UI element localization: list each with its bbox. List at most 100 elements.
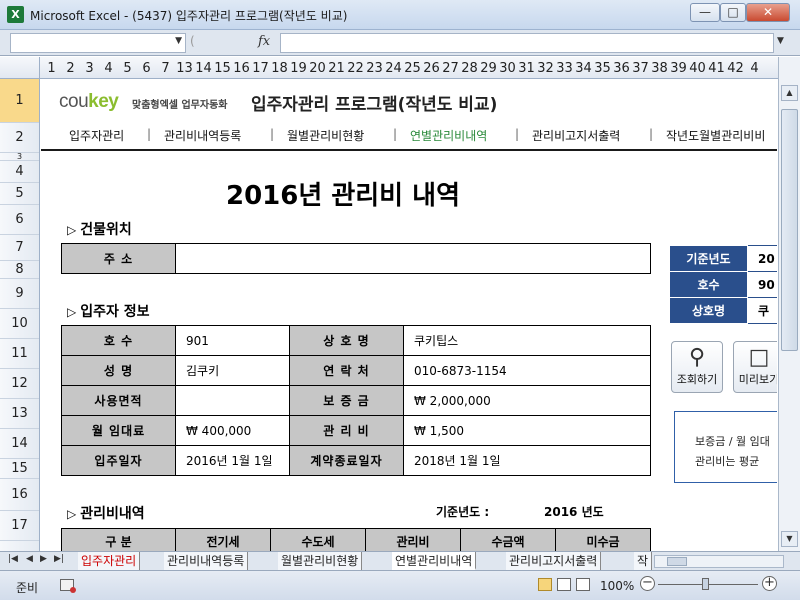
worksheet[interactable]: coukey 맞춤형엑셀 업무자동화 입주자관리 프로그램(작년도 비교) 입주… bbox=[41, 79, 777, 551]
column-header[interactable]: 27 bbox=[441, 61, 460, 76]
zoom-slider-thumb[interactable] bbox=[702, 578, 709, 590]
lookup-year-value[interactable]: 20 bbox=[747, 245, 777, 272]
column-header[interactable]: 15 bbox=[213, 61, 232, 76]
column-header[interactable]: 4 bbox=[745, 61, 764, 76]
column-header[interactable]: 6 bbox=[137, 61, 156, 76]
column-header[interactable]: 1 bbox=[42, 61, 61, 76]
nav-fee-notice-print[interactable]: 관리비고지서출력 bbox=[532, 127, 620, 144]
column-header[interactable]: 20 bbox=[308, 61, 327, 76]
row-header[interactable]: 5 bbox=[0, 183, 39, 205]
column-header[interactable]: 24 bbox=[384, 61, 403, 76]
row-header[interactable]: 13 bbox=[0, 399, 39, 429]
column-header[interactable]: 41 bbox=[707, 61, 726, 76]
nav-last-year-monthly-fee[interactable]: 작년도월별관리비비 bbox=[666, 127, 765, 144]
column-header[interactable]: 23 bbox=[365, 61, 384, 76]
column-header[interactable]: 35 bbox=[593, 61, 612, 76]
select-all-corner[interactable] bbox=[0, 57, 40, 78]
maximize-button[interactable]: □ bbox=[720, 3, 746, 22]
contract-end-value[interactable]: 2018년 1월 1일 bbox=[403, 445, 651, 476]
column-header[interactable]: 33 bbox=[555, 61, 574, 76]
column-header[interactable]: 5 bbox=[118, 61, 137, 76]
vertical-scroll-thumb[interactable] bbox=[781, 109, 798, 351]
column-header[interactable]: 13 bbox=[175, 61, 194, 76]
deposit-value[interactable]: ₩ 2,000,000 bbox=[403, 385, 651, 416]
row-header[interactable]: 17 bbox=[0, 511, 39, 541]
column-header[interactable]: 42 bbox=[726, 61, 745, 76]
nav-tenant-management[interactable]: 입주자관리 bbox=[69, 127, 124, 144]
column-header[interactable]: 18 bbox=[270, 61, 289, 76]
column-header[interactable]: 31 bbox=[517, 61, 536, 76]
close-button[interactable]: ✕ bbox=[746, 3, 790, 22]
sheet-tab-fee-notice[interactable]: 관리비고지서출력 bbox=[506, 552, 602, 570]
macro-record-icon[interactable] bbox=[60, 579, 76, 593]
sheet-tab-yearly-fee[interactable]: 연별관리비내역 bbox=[392, 552, 477, 570]
scroll-up-icon[interactable]: ▲ bbox=[781, 85, 798, 101]
row-header[interactable]: 2 bbox=[0, 123, 39, 153]
column-header[interactable]: 32 bbox=[536, 61, 555, 76]
sheet-tab-tenant[interactable]: 입주자관리 bbox=[78, 552, 141, 570]
horizontal-scroll-thumb[interactable] bbox=[667, 557, 687, 566]
row-header[interactable]: 8 bbox=[0, 261, 39, 279]
column-header[interactable]: 4 bbox=[99, 61, 118, 76]
management-fee-value[interactable]: ₩ 1,500 bbox=[403, 415, 651, 446]
tenant-name-value[interactable]: 김쿠키 bbox=[175, 355, 290, 386]
page-layout-view-icon[interactable] bbox=[557, 578, 571, 591]
column-header[interactable]: 37 bbox=[631, 61, 650, 76]
prev-sheet-icon[interactable]: ◀ bbox=[26, 554, 33, 564]
scroll-down-icon[interactable]: ▼ bbox=[781, 531, 798, 547]
column-header[interactable]: 26 bbox=[422, 61, 441, 76]
column-header[interactable]: 19 bbox=[289, 61, 308, 76]
column-header[interactable]: 34 bbox=[574, 61, 593, 76]
sheet-tab-monthly-fee[interactable]: 월별관리비현황 bbox=[278, 552, 363, 570]
lookup-shop-value[interactable]: 쿠 bbox=[747, 297, 777, 324]
row-header[interactable]: 6 bbox=[0, 205, 39, 235]
address-value[interactable] bbox=[175, 243, 651, 274]
area-value[interactable] bbox=[175, 385, 290, 416]
sheet-tab-fee-registration[interactable]: 관리비내역등록 bbox=[164, 552, 249, 570]
lookup-room-value[interactable]: 90 bbox=[747, 271, 777, 298]
name-box[interactable]: ▼ bbox=[10, 33, 186, 53]
nav-yearly-fee-detail[interactable]: 연별관리비내역 bbox=[410, 127, 487, 144]
row-header[interactable]: 9 bbox=[0, 279, 39, 309]
column-header[interactable]: 39 bbox=[669, 61, 688, 76]
column-header[interactable]: 17 bbox=[251, 61, 270, 76]
rent-value[interactable]: ₩ 400,000 bbox=[175, 415, 290, 446]
vertical-scrollbar[interactable]: ▲ ▼ bbox=[778, 57, 800, 551]
row-header[interactable]: 10 bbox=[0, 309, 39, 339]
row-header[interactable]: 11 bbox=[0, 339, 39, 369]
column-header[interactable]: 28 bbox=[460, 61, 479, 76]
normal-view-icon[interactable] bbox=[538, 578, 552, 591]
zoom-in-button[interactable]: + bbox=[762, 576, 777, 591]
base-year-value[interactable]: 2016 년도 bbox=[544, 503, 604, 520]
next-sheet-icon[interactable]: ▶ bbox=[40, 554, 47, 564]
zoom-level[interactable]: 100% bbox=[600, 579, 634, 593]
shop-name-value[interactable]: 쿠키팁스 bbox=[403, 325, 651, 356]
horizontal-scrollbar[interactable] bbox=[654, 555, 784, 568]
row-header[interactable]: 14 bbox=[0, 429, 39, 459]
column-header[interactable]: 38 bbox=[650, 61, 669, 76]
row-header[interactable]: 1 bbox=[0, 79, 39, 123]
column-header[interactable]: 40 bbox=[688, 61, 707, 76]
minimize-button[interactable]: — bbox=[690, 3, 720, 22]
row-header[interactable]: 12 bbox=[0, 369, 39, 399]
first-sheet-icon[interactable]: |◀ bbox=[8, 554, 18, 564]
page-break-view-icon[interactable] bbox=[576, 578, 590, 591]
zoom-out-button[interactable]: − bbox=[640, 576, 655, 591]
column-header[interactable]: 36 bbox=[612, 61, 631, 76]
sheet-tab-more[interactable]: 작 bbox=[634, 552, 653, 570]
column-header[interactable]: 21 bbox=[327, 61, 346, 76]
chevron-down-icon[interactable]: ▼ bbox=[175, 36, 182, 46]
column-header[interactable]: 7 bbox=[156, 61, 175, 76]
column-header[interactable]: 3 bbox=[80, 61, 99, 76]
row-header[interactable]: 4 bbox=[0, 161, 39, 183]
contact-value[interactable]: 010-6873-1154 bbox=[403, 355, 651, 386]
last-sheet-icon[interactable]: ▶| bbox=[54, 554, 64, 564]
row-header[interactable]: 3 bbox=[0, 153, 39, 161]
column-header[interactable]: 30 bbox=[498, 61, 517, 76]
nav-monthly-fee-status[interactable]: 월별관리비현황 bbox=[287, 127, 364, 144]
move-in-date-value[interactable]: 2016년 1월 1일 bbox=[175, 445, 290, 476]
column-header[interactable]: 2 bbox=[61, 61, 80, 76]
expand-formula-bar-icon[interactable]: ▼ bbox=[777, 36, 784, 46]
formula-bar-splitter[interactable]: ( bbox=[190, 34, 214, 52]
preview-button[interactable]: □ 미리보기 bbox=[733, 341, 777, 393]
